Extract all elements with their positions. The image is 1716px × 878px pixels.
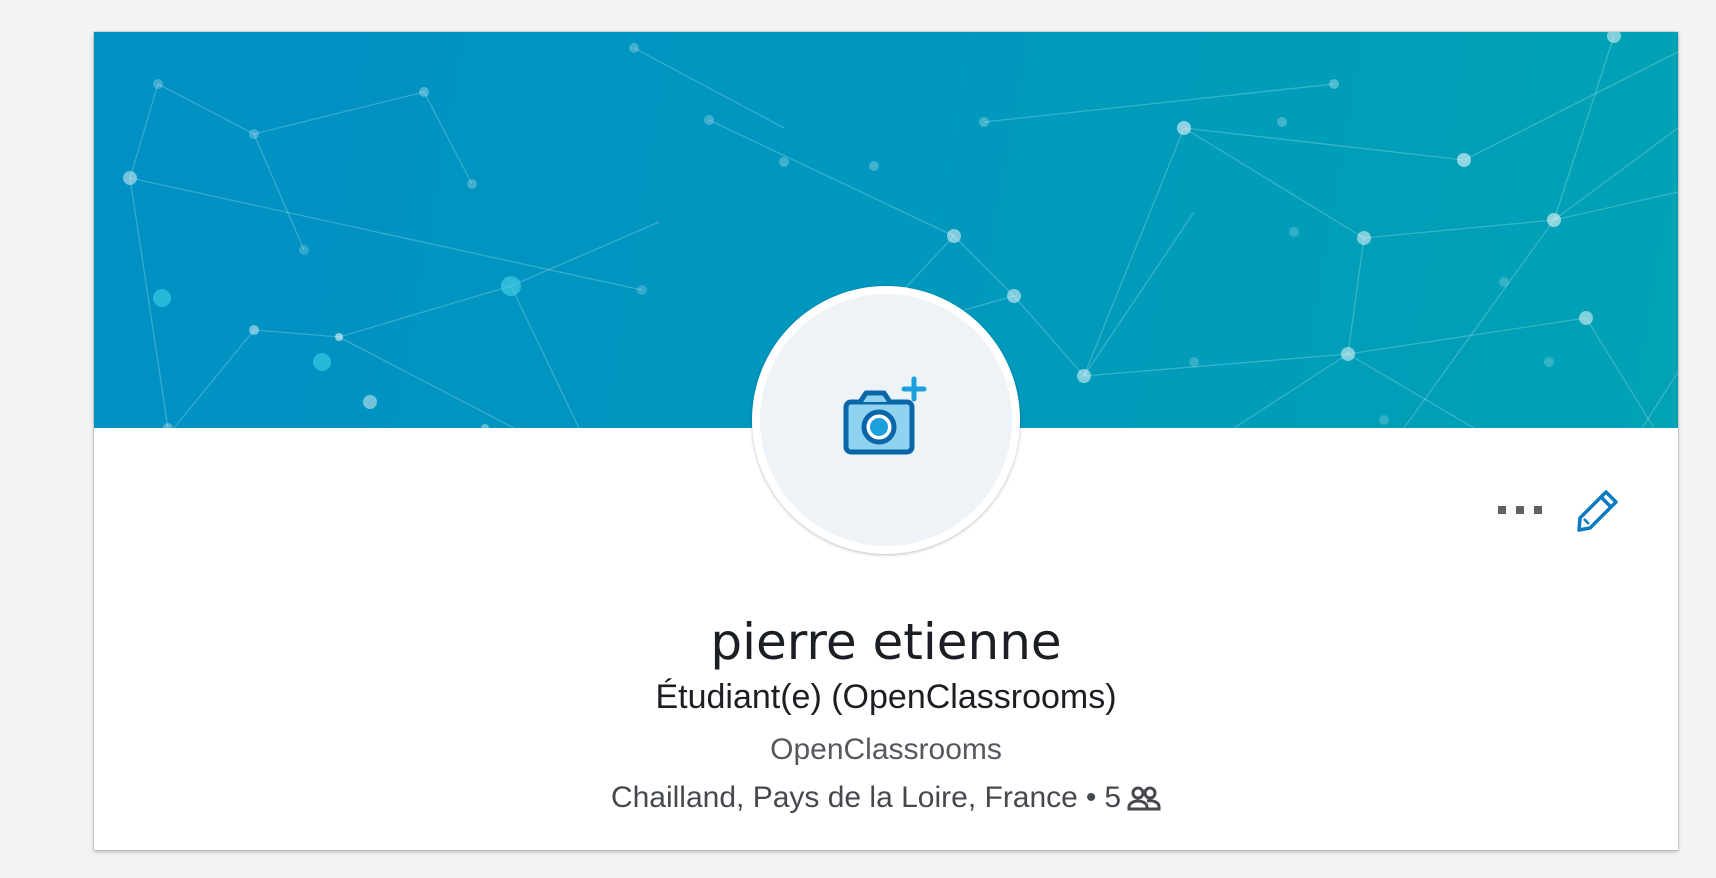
- camera-add-icon: [843, 376, 927, 455]
- profile-headline: Étudiant(e) (OpenClassrooms): [655, 678, 1117, 716]
- more-icon: [1498, 506, 1542, 514]
- profile-photo-upload[interactable]: [752, 286, 1020, 554]
- profile-info: pierre etienne Étudiant(e) (OpenClassroo…: [94, 612, 1678, 818]
- connections-link[interactable]: 5: [1104, 778, 1161, 818]
- profile-location-row: Chailland, Pays de la Loire, France • 5: [611, 778, 1161, 818]
- profile-photo-placeholder: [760, 294, 1012, 546]
- more-actions-button[interactable]: [1498, 504, 1542, 516]
- edit-profile-button[interactable]: [1576, 488, 1620, 532]
- profile-location: Chailland, Pays de la Loire, France: [610, 781, 1078, 814]
- separator-bullet: •: [1085, 781, 1097, 814]
- profile-card: pierre etienne Étudiant(e) (OpenClassroo…: [94, 32, 1678, 850]
- profile-company[interactable]: OpenClassrooms: [94, 730, 1678, 770]
- profile-actions: [1498, 488, 1620, 532]
- pencil-icon: [1577, 490, 1618, 532]
- people-icon: [1127, 786, 1161, 811]
- connections-count: 5: [1104, 781, 1122, 814]
- profile-name: pierre etienne: [710, 613, 1062, 671]
